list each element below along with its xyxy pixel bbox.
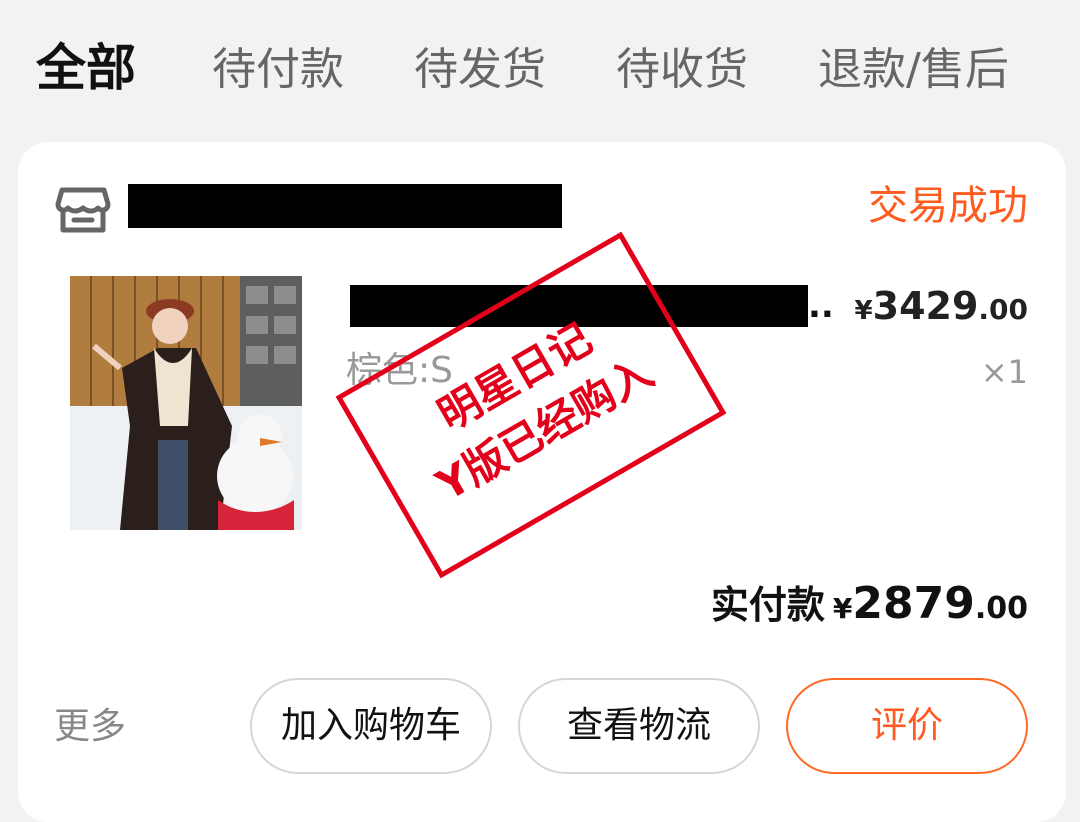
product-price: ¥3429.00 [855, 282, 1028, 338]
price-currency: ¥ [854, 296, 873, 326]
price-integer: 3429 [872, 284, 979, 328]
tab-pending-shipment[interactable]: 待发货 [414, 40, 546, 100]
amount-paid-label: 实付款 [710, 583, 825, 627]
add-to-cart-button[interactable]: 加入购物车 [250, 678, 492, 774]
shop-name-redacted[interactable] [128, 184, 562, 228]
review-button[interactable]: 评价 [786, 678, 1028, 774]
amount-paid-decimal: .00 [974, 591, 1028, 626]
order-tabs: 全部 待付款 待发货 待收货 退款/售后 [0, 0, 1080, 140]
product-quantity: ×1 [980, 353, 1028, 391]
more-button[interactable]: 更多 [54, 702, 126, 752]
store-icon[interactable] [54, 180, 112, 238]
view-logistics-button[interactable]: 查看物流 [518, 678, 760, 774]
amount-paid-integer: 2879 [852, 578, 975, 629]
tab-pending-receipt[interactable]: 待收货 [616, 40, 748, 100]
tab-refund-aftersale[interactable]: 退款/售后 [818, 40, 1009, 100]
price-decimal: .00 [978, 293, 1028, 326]
amount-paid-currency: ¥ [832, 592, 853, 625]
tab-pending-payment[interactable]: 待付款 [212, 40, 344, 100]
title-ellipsis: ... [808, 286, 836, 326]
tab-all[interactable]: 全部 [36, 38, 136, 98]
product-image[interactable] [70, 276, 302, 530]
order-status: 交易成功 [868, 183, 1028, 229]
amount-paid: 实付款 ¥2879.00 [711, 574, 1028, 643]
